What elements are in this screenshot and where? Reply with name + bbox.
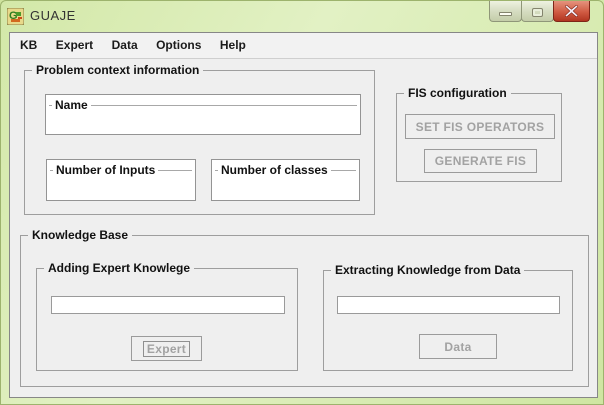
- menu-kb[interactable]: KB: [13, 33, 44, 58]
- expert-button-label: Expert: [142, 340, 191, 357]
- close-icon: [565, 5, 578, 17]
- name-input[interactable]: [50, 112, 356, 132]
- adding-expert-knowledge-title: Adding Expert Knowlege: [44, 261, 195, 275]
- problem-context-group: Problem context information Name Number …: [24, 63, 375, 215]
- window-controls: [489, 1, 590, 23]
- close-button[interactable]: [553, 1, 590, 22]
- menu-expert[interactable]: Expert: [49, 33, 100, 58]
- problem-context-title: Problem context information: [32, 63, 204, 77]
- name-field-label: Name: [52, 98, 91, 112]
- menu-data[interactable]: Data: [105, 33, 145, 58]
- client-area: KB Expert Data Options Help Problem cont…: [9, 32, 598, 398]
- number-of-inputs-input[interactable]: [51, 177, 191, 198]
- menu-help[interactable]: Help: [213, 33, 253, 58]
- content-panel: Problem context information Name Number …: [10, 59, 597, 397]
- window-title: GUAJE: [30, 8, 76, 23]
- menu-options[interactable]: Options: [149, 33, 208, 58]
- adding-expert-knowledge-group: Adding Expert Knowlege Expert: [36, 261, 298, 371]
- guaje-logo-icon: G: [7, 8, 24, 25]
- extracting-knowledge-title: Extracting Knowledge from Data: [331, 263, 525, 277]
- fis-configuration-title: FIS configuration: [404, 86, 511, 100]
- expert-knowledge-input[interactable]: [51, 296, 285, 314]
- data-knowledge-input[interactable]: [337, 296, 560, 314]
- menubar: KB Expert Data Options Help: [10, 33, 597, 59]
- titlebar[interactable]: G GUAJE: [1, 1, 603, 32]
- maximize-icon: [532, 7, 543, 17]
- number-of-classes-input[interactable]: [216, 177, 355, 198]
- number-of-classes-label: Number of classes: [218, 163, 331, 177]
- name-field[interactable]: Name: [45, 94, 361, 135]
- maximize-button[interactable]: [521, 1, 554, 22]
- number-of-inputs-field[interactable]: Number of Inputs: [46, 159, 196, 201]
- number-of-inputs-label: Number of Inputs: [53, 163, 159, 177]
- minimize-button[interactable]: [489, 1, 522, 22]
- knowledge-base-title: Knowledge Base: [28, 228, 133, 242]
- number-of-classes-field[interactable]: Number of classes: [211, 159, 360, 201]
- minimize-icon: [499, 11, 512, 16]
- extracting-knowledge-group: Extracting Knowledge from Data Data: [323, 263, 573, 371]
- fis-configuration-group: FIS configuration SET FIS OPERATORS GENE…: [396, 86, 562, 182]
- expert-button[interactable]: Expert: [131, 336, 202, 361]
- generate-fis-button[interactable]: GENERATE FIS: [424, 149, 537, 173]
- data-button[interactable]: Data: [419, 334, 497, 359]
- knowledge-base-group: Knowledge Base Adding Expert Knowlege Ex…: [20, 228, 589, 387]
- app-window: G GUAJE KB Expert Data Options Help Prob…: [0, 0, 604, 405]
- set-fis-operators-button[interactable]: SET FIS OPERATORS: [405, 114, 555, 139]
